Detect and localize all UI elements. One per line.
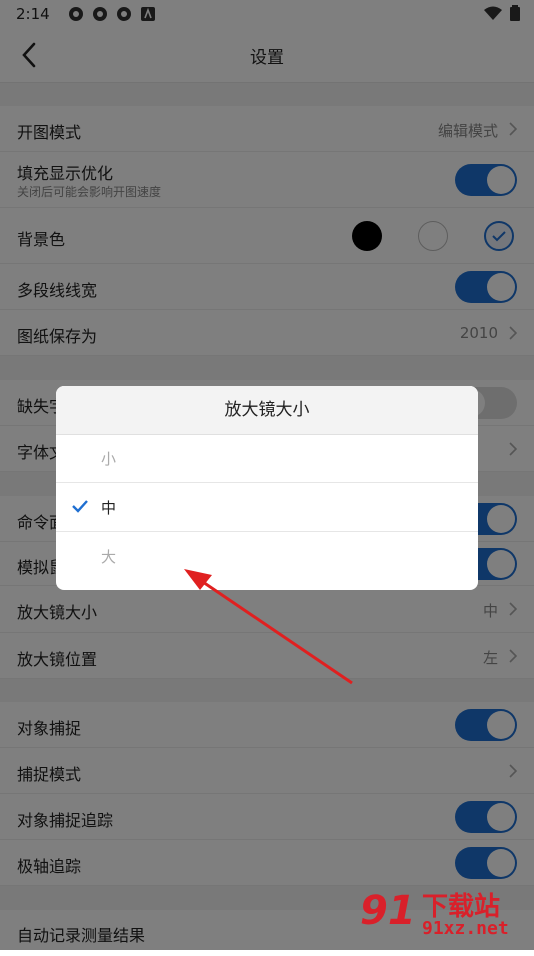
watermark-url: 91xz.net (422, 918, 509, 939)
option-small[interactable]: 小 (56, 434, 478, 483)
option-medium[interactable]: 中 (56, 483, 478, 532)
option-label: 中 (101, 499, 117, 517)
magnifier-size-dialog: 放大镜大小 小 中 大 (56, 386, 478, 590)
option-label: 小 (101, 450, 117, 468)
option-label: 大 (101, 548, 117, 566)
site-watermark: 91 下载站 91xz.net (352, 886, 528, 946)
dialog-title: 放大镜大小 (56, 386, 478, 435)
watermark-number: 91 (360, 888, 416, 934)
option-large[interactable]: 大 (56, 532, 478, 580)
check-icon (72, 500, 88, 513)
